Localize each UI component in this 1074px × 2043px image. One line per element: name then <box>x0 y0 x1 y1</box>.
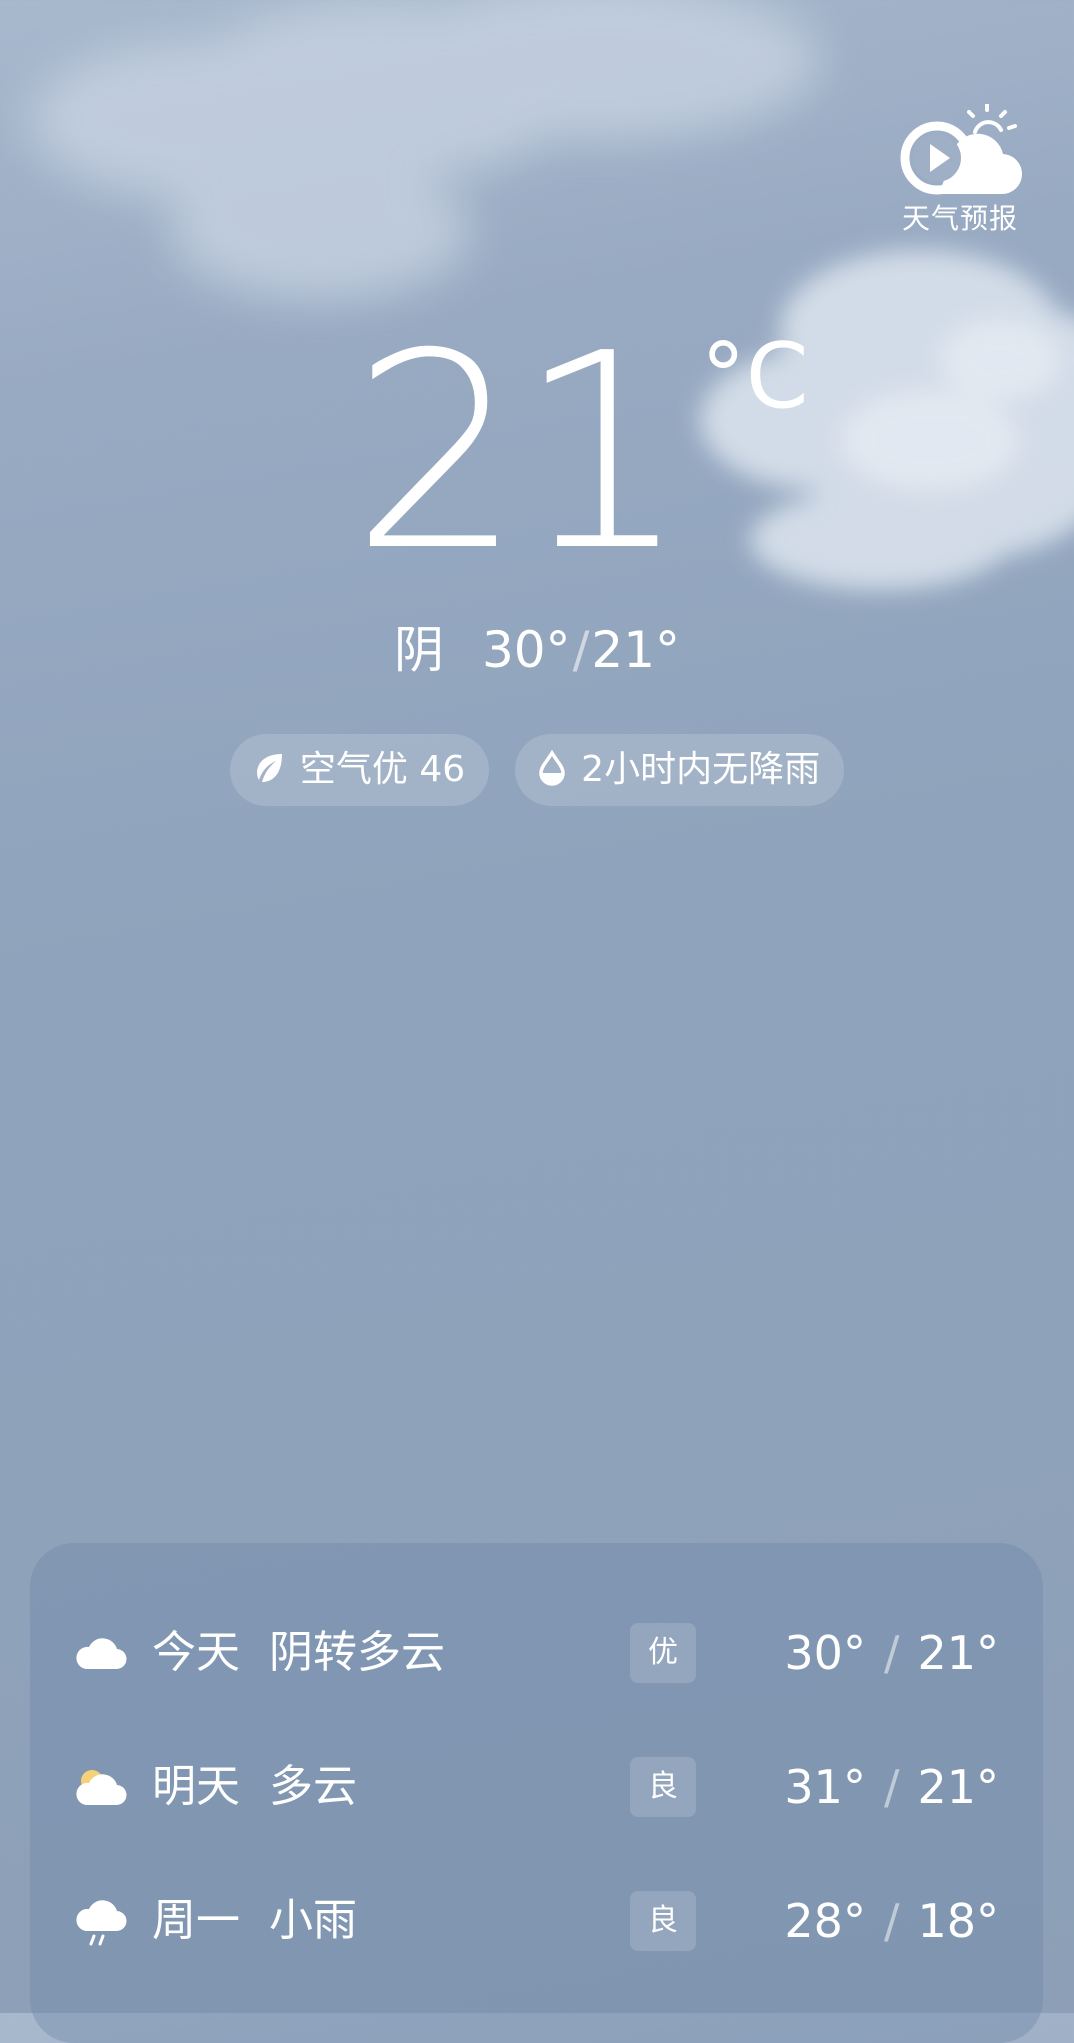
rain-forecast-text: 2小时内无降雨 <box>581 749 821 790</box>
air-quality-pill[interactable]: 空气优 46 <box>229 734 490 806</box>
rain-forecast-pill[interactable]: 2小时内无降雨 <box>515 734 845 806</box>
partly-cloudy-icon <box>76 1770 127 1806</box>
temp-separator: / <box>883 1760 900 1814</box>
daily-forecast-card: 今天 阴转多云 优 30° / 21° 明天 多云 良 31° / 21° 周一 小雨 … <box>30 1543 1043 2043</box>
video-weather-button[interactable]: 天气预报 <box>890 104 1030 244</box>
forecast-row-monday[interactable]: 周一 小雨 良 28° / 18° <box>30 1871 1043 1971</box>
forecast-day: 今天 <box>152 1627 240 1678</box>
current-temperature: 21 <box>351 295 689 610</box>
forecast-condition: 阴转多云 <box>269 1627 445 1678</box>
forecast-high: 28° <box>784 1894 866 1948</box>
video-weather-label: 天气预报 <box>901 202 1018 235</box>
forecast-temps: 30° / 21° <box>784 1625 999 1681</box>
forecast-low: 21° <box>917 1760 999 1814</box>
forecast-row-today[interactable]: 今天 阴转多云 优 30° / 21° <box>30 1603 1043 1703</box>
leaf-icon <box>256 754 282 782</box>
temperature-unit: °C <box>700 324 809 429</box>
cloud-icon <box>76 1638 127 1670</box>
current-condition: 阴 <box>393 621 444 679</box>
forecast-aqi-badge: 良 <box>630 1757 696 1817</box>
forecast-row-tomorrow[interactable]: 明天 多云 良 31° / 21° <box>30 1737 1043 1837</box>
temp-separator: / <box>883 1894 900 1948</box>
info-pills: 空气优 46 2小时内无降雨 <box>0 734 1074 806</box>
today-high: 30° <box>481 621 571 679</box>
forecast-condition: 多云 <box>269 1761 357 1812</box>
air-quality-text: 空气优 46 <box>299 749 466 790</box>
today-low: 21° <box>591 621 681 679</box>
light-rain-icon <box>76 1900 127 1946</box>
temp-separator: / <box>883 1626 900 1680</box>
forecast-aqi-badge: 优 <box>630 1623 696 1683</box>
forecast-low: 18° <box>917 1894 999 1948</box>
forecast-low: 21° <box>917 1626 999 1680</box>
high-low-separator: / <box>572 621 590 679</box>
video-weather-icon <box>900 104 1023 195</box>
forecast-high: 31° <box>784 1760 866 1814</box>
water-drop-icon <box>539 750 565 786</box>
current-temperature-block: 21 °C <box>0 318 1074 588</box>
forecast-aqi-badge: 良 <box>630 1891 696 1951</box>
forecast-day: 明天 <box>152 1761 240 1812</box>
forecast-temps: 31° / 21° <box>784 1759 999 1815</box>
forecast-high: 30° <box>784 1626 866 1680</box>
forecast-temps: 28° / 18° <box>784 1893 999 1949</box>
condition-summary: 阴 30°/21° <box>0 620 1074 680</box>
forecast-day: 周一 <box>152 1895 240 1946</box>
forecast-condition: 小雨 <box>269 1895 357 1946</box>
